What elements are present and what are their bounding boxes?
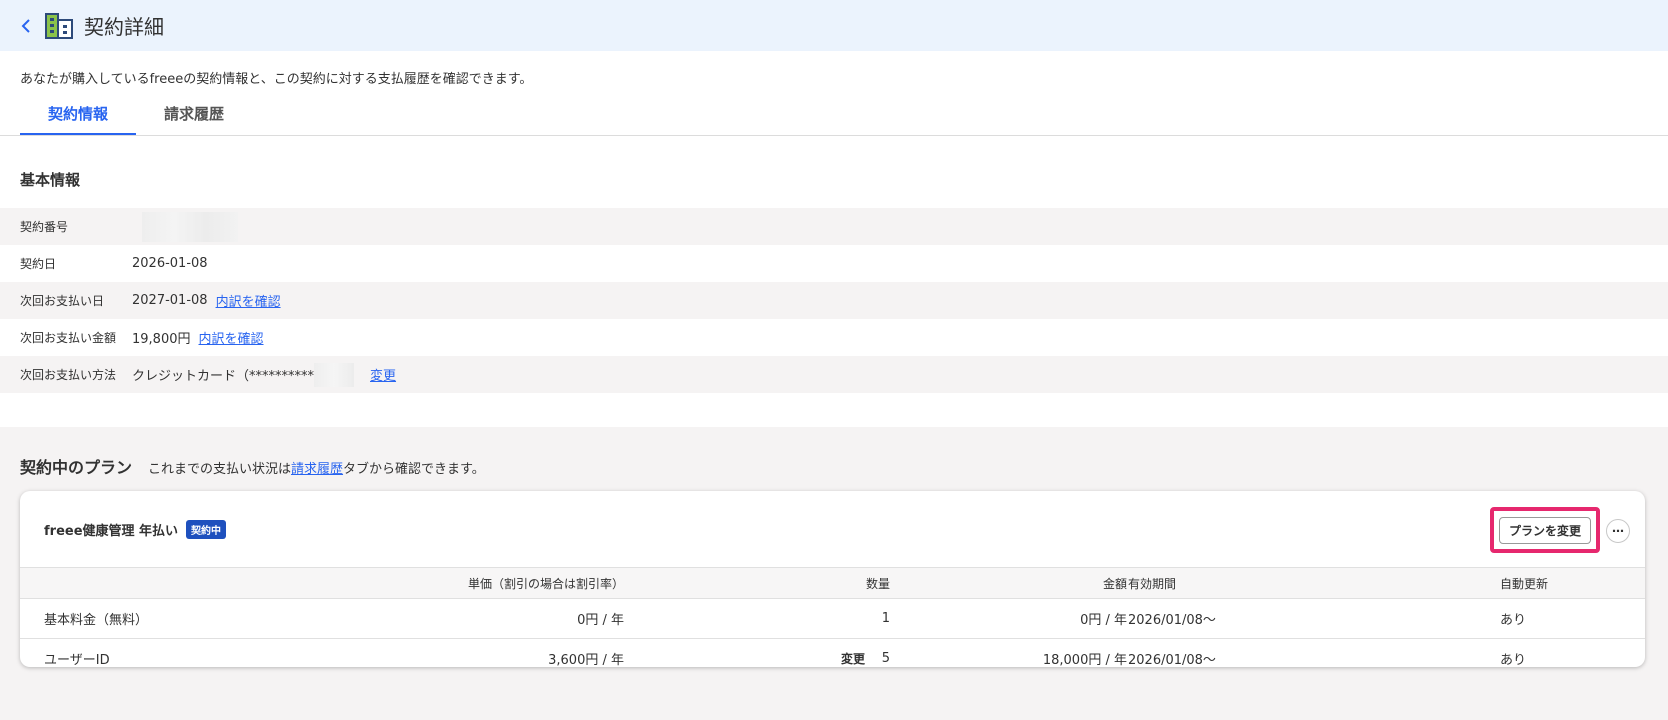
masked-card-number xyxy=(314,362,355,387)
plans-title: 契約中のプラン xyxy=(20,458,133,477)
row-qty: 1 xyxy=(881,611,890,626)
col-price: 単価（割引の場合は割引率） xyxy=(467,576,624,591)
col-auto-renew: 自動更新 xyxy=(1500,576,1549,591)
tab-bar: 契約情報 請求履歴 xyxy=(0,97,1668,136)
status-badge: 契約中 xyxy=(186,519,227,539)
info-label: 次回お支払い金額 xyxy=(20,331,117,345)
edit-quantity-button[interactable]: 変更 xyxy=(841,639,865,667)
row-amount: 18,000円 / 年 xyxy=(1042,653,1127,667)
info-label: 次回お支払い日 xyxy=(20,294,105,308)
info-label: 次回お支払い方法 xyxy=(20,368,117,382)
row-price: 3,600円 / 年 xyxy=(548,653,624,667)
building-icon xyxy=(44,12,74,40)
row-auto-renew: あり xyxy=(1500,653,1527,667)
info-row-payment-method: 次回お支払い方法 クレジットカード（********** 変更 xyxy=(0,356,1668,393)
info-label: 契約日 xyxy=(20,257,57,271)
info-row-next-payment-date: 次回お支払い日 2027-01-08 内訳を確認 xyxy=(0,282,1668,319)
billing-history-link[interactable]: 請求履歴 xyxy=(291,462,343,477)
info-row-next-payment-amount: 次回お支払い金額 19,800円 内訳を確認 xyxy=(0,319,1668,356)
row-period: 2026/01/08〜 xyxy=(1128,653,1216,667)
more-options-button[interactable]: ⋯ xyxy=(1606,519,1630,543)
row-amount: 0円 / 年 xyxy=(1080,613,1127,628)
info-row-contract-date: 契約日 2026-01-08 xyxy=(0,245,1668,282)
row-qty: 5 xyxy=(881,651,890,666)
info-label: 契約番号 xyxy=(20,220,69,234)
tab-contract-info[interactable]: 契約情報 xyxy=(20,97,136,135)
row-name: ユーザーID xyxy=(44,653,110,667)
change-payment-link[interactable]: 変更 xyxy=(370,365,396,384)
breakdown-link[interactable]: 内訳を確認 xyxy=(216,291,281,310)
col-qty: 数量 xyxy=(865,576,890,591)
table-row: ユーザーID 3,600円 / 年 変更 5 18,000円 / 年 2026/… xyxy=(20,638,1645,667)
page-description: あなたが購入しているfreeeの契約情報と、この契約に対する支払履歴を確認できま… xyxy=(20,72,533,87)
breakdown-link[interactable]: 内訳を確認 xyxy=(199,328,264,347)
plan-card: freee健康管理 年払い 契約中 プランを変更 ⋯ 単価（割引の場合は割引率）… xyxy=(20,491,1645,667)
col-period: 有効期間 xyxy=(1128,576,1177,591)
info-value: 2027-01-08 xyxy=(132,293,208,308)
change-plan-highlight: プランを変更 xyxy=(1490,507,1600,553)
row-auto-renew: あり xyxy=(1500,613,1527,628)
row-price: 0円 / 年 xyxy=(577,613,624,628)
row-period: 2026/01/08〜 xyxy=(1128,613,1216,628)
info-value: クレジットカード（********** xyxy=(132,369,315,384)
chevron-left-icon[interactable] xyxy=(18,16,34,36)
info-row-contract-number: 契約番号 xyxy=(0,208,1668,245)
plans-section: 契約中のプラン これまでの支払い状況は請求履歴タブから確認できます。 freee… xyxy=(0,427,1668,720)
info-value: 2026-01-08 xyxy=(132,256,208,271)
masked-contract-number xyxy=(142,211,238,242)
col-amount: 金額 xyxy=(1102,576,1127,591)
table-header: 単価（割引の場合は割引率） 数量 金額 有効期間 自動更新 xyxy=(20,567,1645,598)
page-title: 契約詳細 xyxy=(84,15,164,39)
row-name: 基本料金（無料） xyxy=(44,613,149,628)
tab-billing-history[interactable]: 請求履歴 xyxy=(136,97,252,135)
page-header: 契約詳細 xyxy=(0,0,1668,51)
basic-info-table: 契約番号 契約日 2026-01-08 次回お支払い日 2027-01-08 内… xyxy=(0,208,1668,393)
info-value: 19,800円 xyxy=(132,332,191,347)
change-plan-button[interactable]: プランを変更 xyxy=(1498,516,1591,544)
basic-info-title: 基本情報 xyxy=(20,171,81,189)
plans-note: これまでの支払い状況は請求履歴タブから確認できます。 xyxy=(148,462,485,477)
table-row: 基本料金（無料） 0円 / 年 1 0円 / 年 2026/01/08〜 あり xyxy=(20,598,1645,638)
plan-name: freee健康管理 年払い xyxy=(44,523,179,539)
